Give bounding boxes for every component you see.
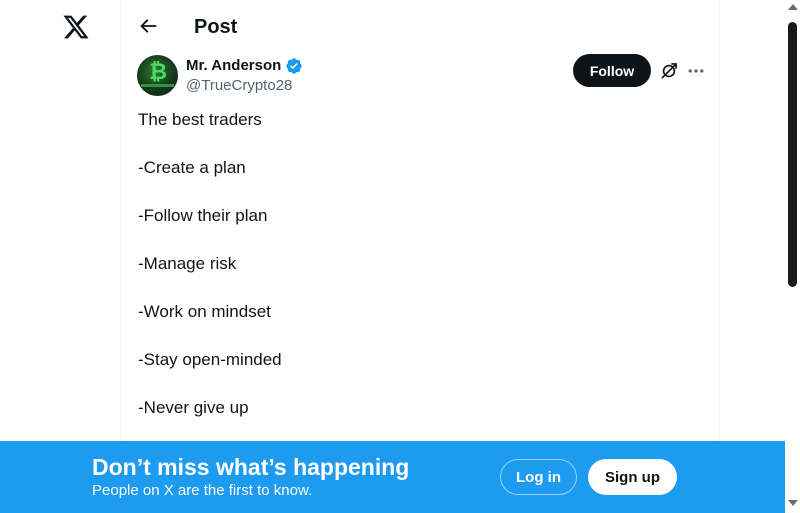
post-line: -Follow their plan <box>138 206 268 225</box>
scrollbar[interactable] <box>785 0 800 513</box>
avatar[interactable]: ₿ <box>137 55 178 96</box>
post-line: The best traders <box>138 110 262 129</box>
avatar-image: ₿ <box>149 60 167 85</box>
login-prompt-bar: Don’t miss what’s happening People on X … <box>0 441 785 513</box>
scroll-thumb[interactable] <box>788 22 797 287</box>
page-title: Post <box>194 16 238 38</box>
post-line: -Stay open-minded <box>138 350 282 369</box>
avatar-banner-shape <box>141 84 174 87</box>
follow-button[interactable]: Follow <box>573 54 651 87</box>
grok-icon[interactable] <box>659 61 679 81</box>
more-dots-icon[interactable] <box>686 61 706 81</box>
arrow-left-icon <box>140 19 157 33</box>
author-handle[interactable]: @TrueCrypto28 <box>186 76 292 96</box>
login-prompt-title: Don’t miss what’s happening <box>92 454 410 480</box>
login-prompt-subtitle: People on X are the first to know. <box>92 482 313 499</box>
post-text: The best traders -Create a plan -Follow … <box>138 108 698 444</box>
scroll-down-arrow-icon[interactable] <box>788 500 798 506</box>
main-column: Post ₿ Mr. Anderson @TrueCrypto28 Follow <box>120 0 720 513</box>
post-line: -Work on mindset <box>138 302 271 321</box>
page-header: Post <box>121 0 721 53</box>
verified-badge-icon <box>285 57 303 75</box>
left-rail <box>0 0 120 513</box>
x-logo-icon[interactable] <box>62 13 90 41</box>
author-display-name[interactable]: Mr. Anderson <box>186 56 281 76</box>
post-line: -Create a plan <box>138 158 246 177</box>
login-button[interactable]: Log in <box>500 459 577 495</box>
signup-button[interactable]: Sign up <box>588 459 677 495</box>
scroll-up-arrow-icon[interactable] <box>788 4 798 10</box>
back-button[interactable] <box>137 15 159 37</box>
post-line: -Manage risk <box>138 254 237 273</box>
post-author-row: ₿ Mr. Anderson @TrueCrypto28 Follow <box>137 54 707 96</box>
post-line: -Never give up <box>138 398 249 417</box>
